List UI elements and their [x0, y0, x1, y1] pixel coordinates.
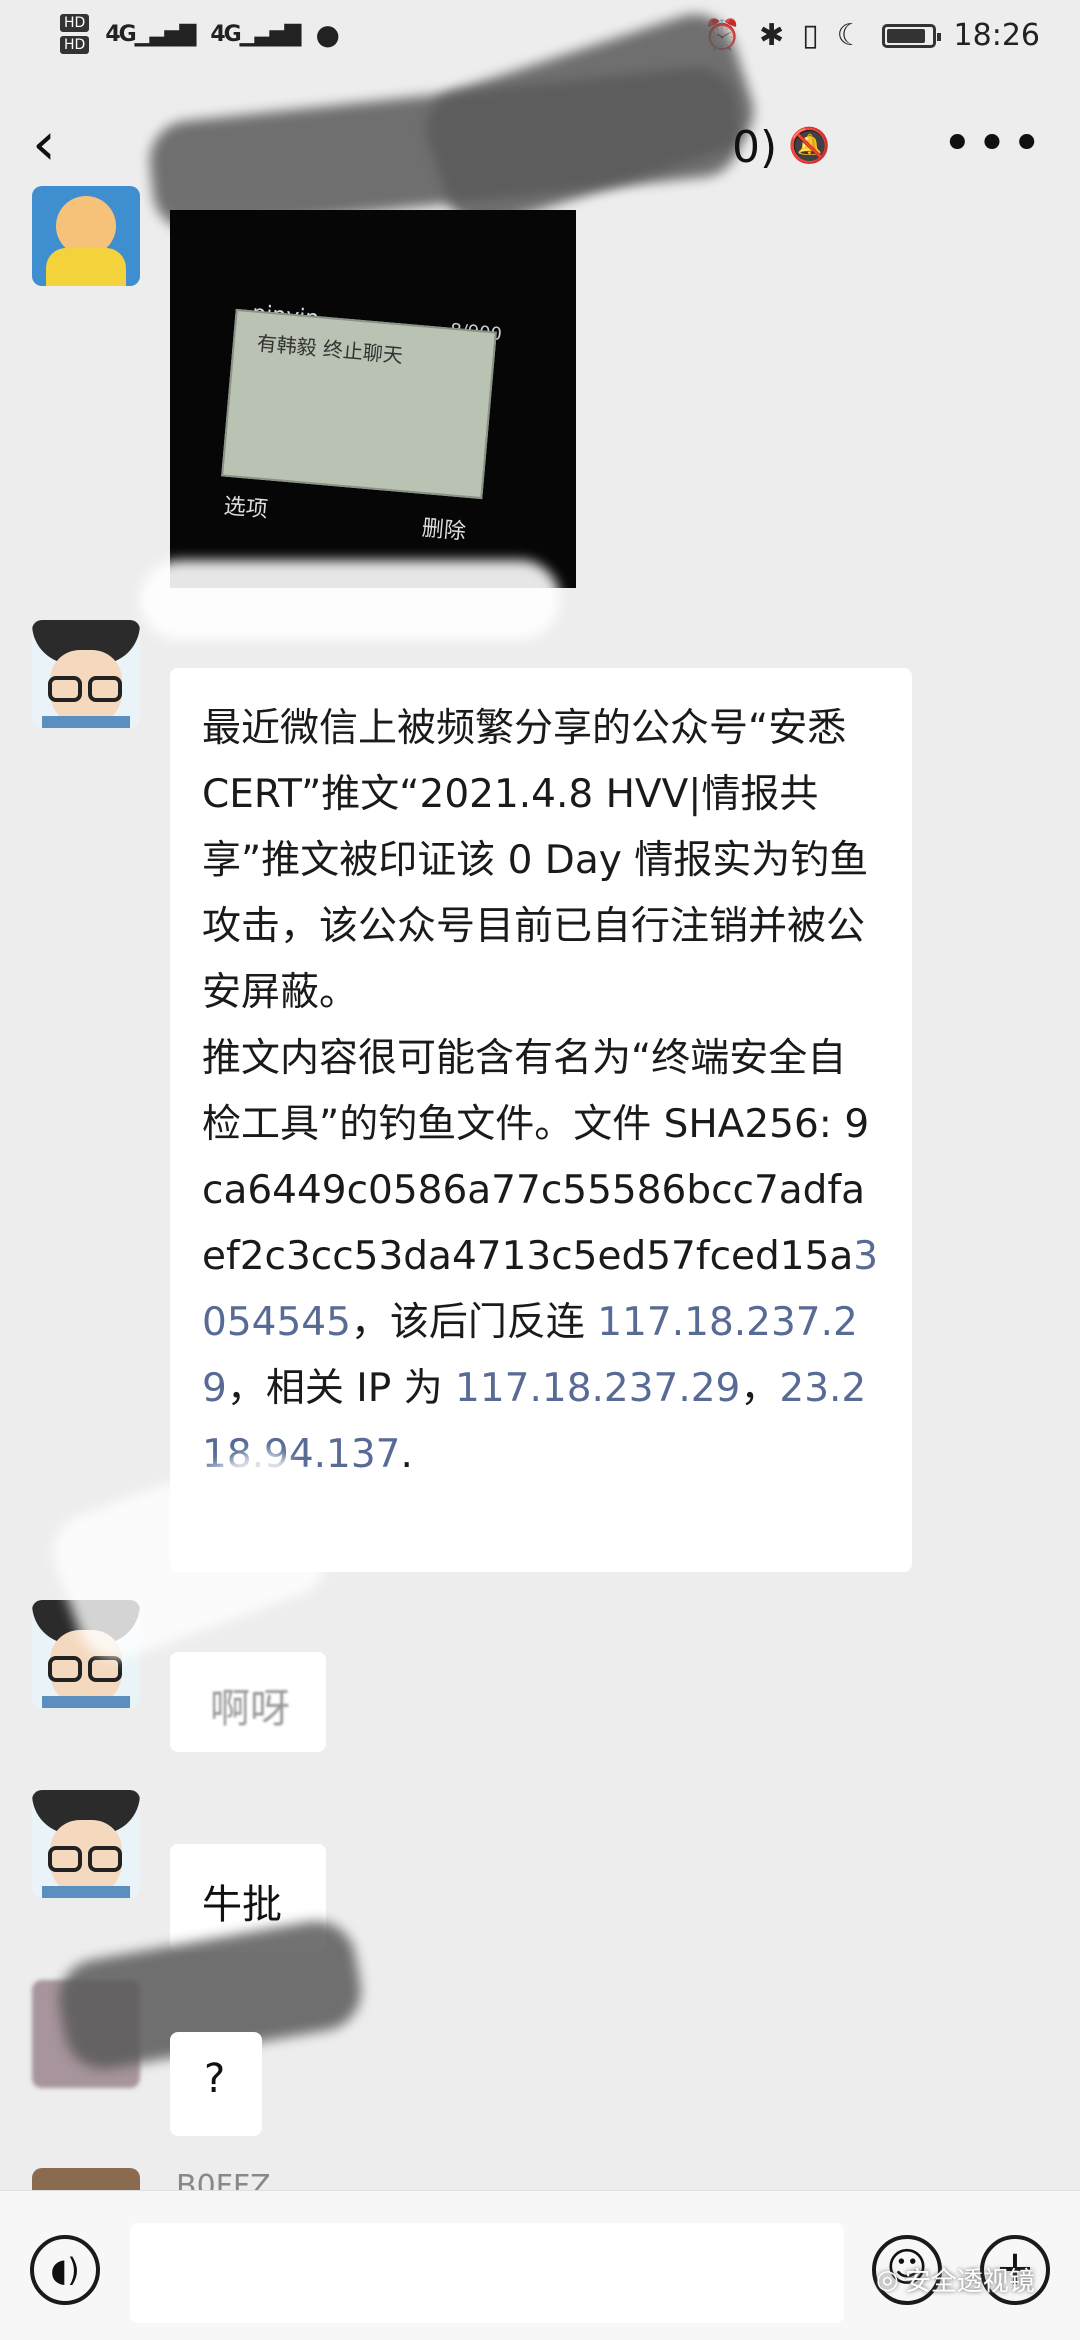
- status-right: ⏰ ✱ ▯ ☾ 18:26: [704, 18, 1040, 53]
- watermark: ◎ 安全透视镜: [876, 2261, 1035, 2298]
- photo-screen-text: 有韩毅 终止聊天: [255, 330, 404, 368]
- message-text: .: [400, 1432, 413, 1477]
- watermark-text: 安全透视镜: [904, 2267, 1035, 2297]
- message-text: ，: [740, 1366, 780, 1411]
- clock-time: 18:26: [953, 18, 1040, 53]
- chat-photo[interactable]: pinyin 8/900 有韩毅 终止聊天 选项 删除: [170, 210, 576, 588]
- hd-badge-1: HD: [60, 14, 90, 32]
- bluetooth-icon: ✱: [758, 18, 785, 53]
- message-text: ，相关 IP 为: [226, 1366, 456, 1411]
- more-icon[interactable]: •••: [942, 114, 1046, 174]
- message-bubble[interactable]: ?: [170, 2032, 262, 2136]
- redaction-scribble: [140, 560, 560, 640]
- wechat-logo-icon: ◎: [876, 2264, 899, 2295]
- hd-badge-2: HD: [60, 36, 90, 54]
- message-bubble[interactable]: 啊呀: [170, 1652, 326, 1752]
- vibrate-icon: ▯: [802, 18, 819, 53]
- message-text: 推文内容很可能含有名为“终端安全自检工具”的钓鱼文件。文件 SHA256: 9c…: [202, 1036, 870, 1279]
- message-input[interactable]: [130, 2223, 844, 2323]
- chat-title: 0): [732, 122, 778, 173]
- avatar[interactable]: [32, 186, 140, 286]
- avatar[interactable]: [32, 1790, 140, 1898]
- phone-screen: 有韩毅 终止聊天: [221, 308, 497, 500]
- globe-icon: ●: [315, 17, 340, 51]
- hd-badges: HD HD: [60, 14, 90, 54]
- battery-icon: [881, 23, 941, 48]
- message-link[interactable]: 117.18.237.29: [455, 1366, 740, 1411]
- message-text: 牛批: [202, 1882, 282, 1928]
- status-left: HD HD 4G▁▃▅▇ 4G▁▃▅▇ ●: [60, 14, 340, 54]
- signal-1-icon: 4G▁▃▅▇: [105, 21, 196, 47]
- sender-name: B0FFZ: [176, 2172, 271, 2190]
- moon-icon: ☾: [836, 18, 864, 53]
- chat-header: ‹ 0) 🔕 •••: [0, 3, 1080, 237]
- message-text: ?: [204, 2056, 226, 2102]
- bell-off-icon: 🔕: [788, 126, 831, 166]
- signal-2-icon: 4G▁▃▅▇: [210, 21, 301, 47]
- network-2-label: 4G: [210, 21, 241, 47]
- voice-icon[interactable]: ◖): [30, 2235, 100, 2305]
- message-text: ，该后门反连: [350, 1300, 598, 1345]
- message-text: 啊呀: [210, 1686, 290, 1732]
- photo-option-left: 选项: [222, 494, 269, 523]
- input-bar: ◖) ☺ + ◎ 安全透视镜: [0, 2190, 1080, 2340]
- redaction-scribble: [42, 1440, 338, 1670]
- network-1-label: 4G: [105, 21, 136, 47]
- photo-option-right: 删除: [420, 516, 467, 545]
- chevron-left-icon[interactable]: ‹: [32, 114, 76, 176]
- avatar[interactable]: [32, 620, 140, 728]
- message-bubble[interactable]: 最近微信上被频繁分享的公众号“安悉 CERT”推文“2021.4.8 HVV|情…: [170, 668, 912, 1572]
- message-text: 最近微信上被频繁分享的公众号“安悉 CERT”推文“2021.4.8 HVV|情…: [202, 706, 869, 1015]
- avatar[interactable]: [32, 2168, 140, 2190]
